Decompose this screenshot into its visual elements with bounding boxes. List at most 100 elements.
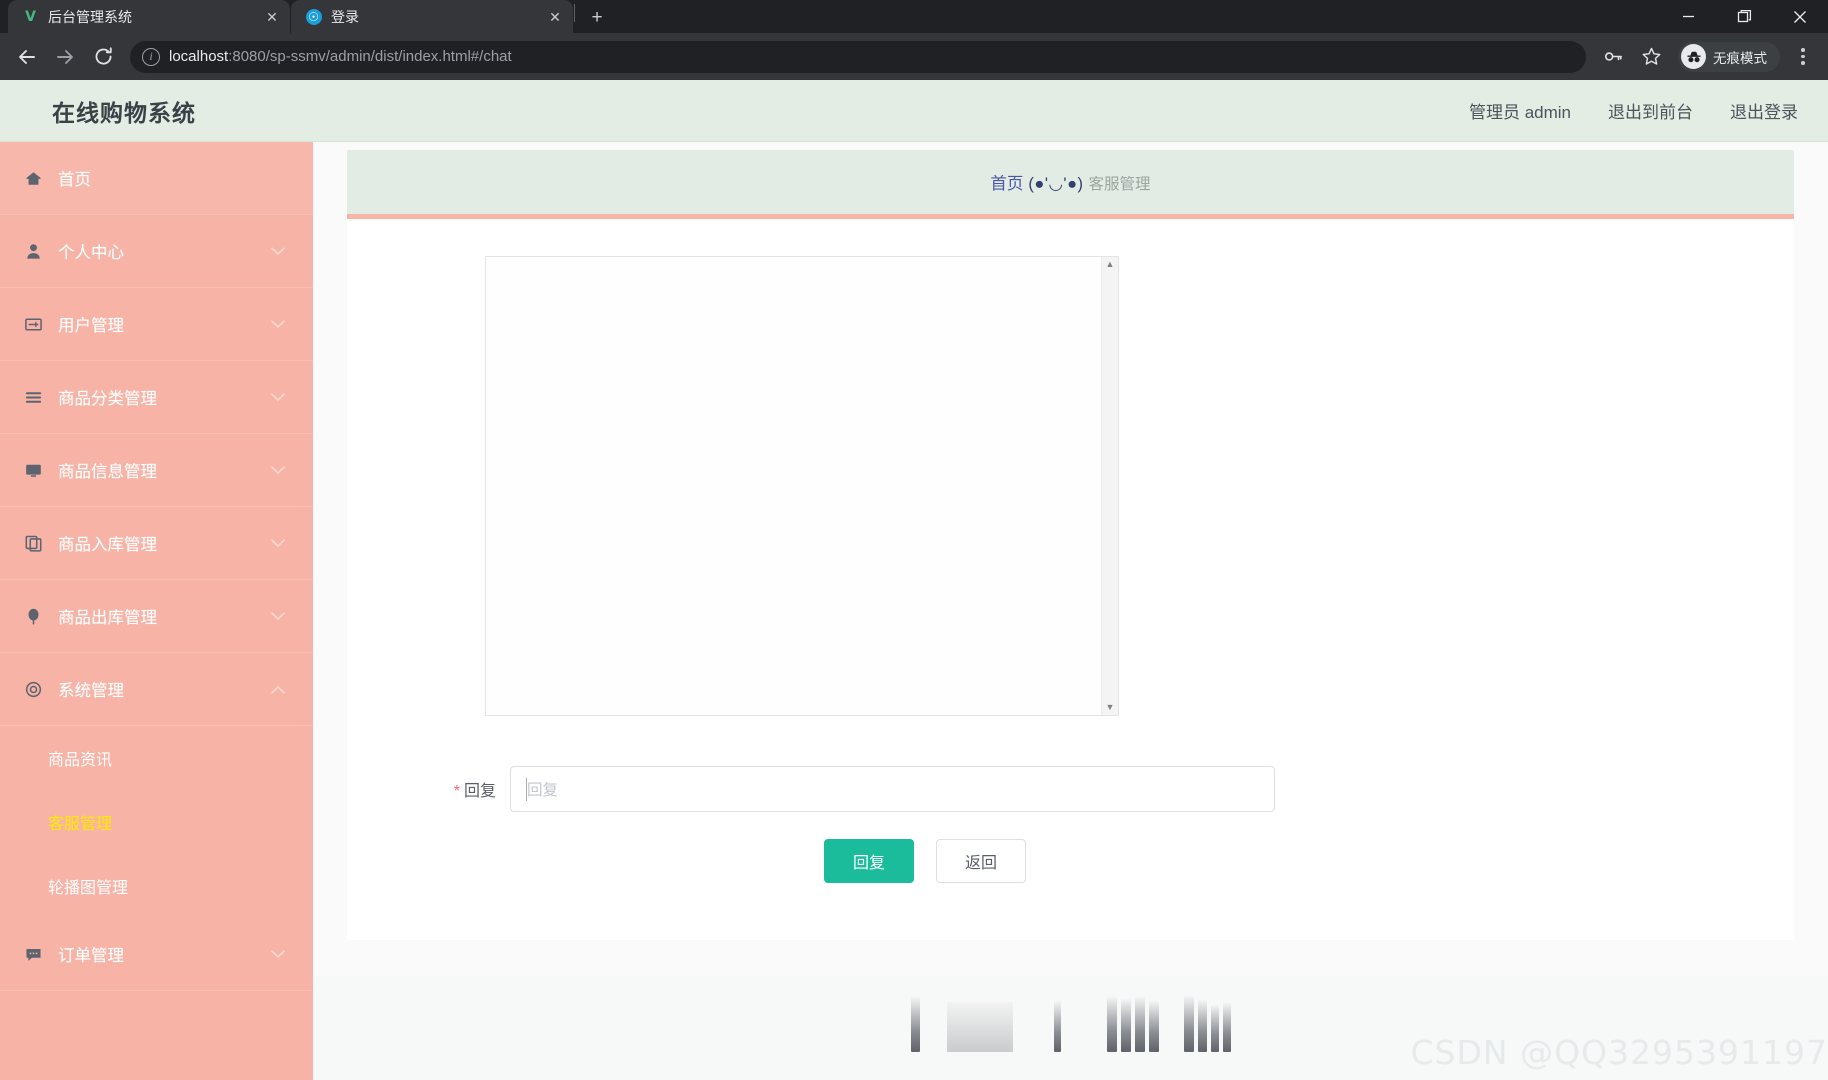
- back-arrow-icon[interactable]: [10, 40, 44, 74]
- reload-icon[interactable]: [86, 40, 120, 74]
- app-header: 在线购物系统 管理员 admin 退出到前台 退出登录: [0, 80, 1828, 142]
- sidebar-subitem-label: 轮播图管理: [48, 880, 129, 897]
- monitor-icon: [22, 461, 44, 480]
- application: 在线购物系统 管理员 admin 退出到前台 退出登录 首页 个人中心 用户管理…: [0, 80, 1828, 1080]
- sidebar-item-system-management[interactable]: 系统管理: [0, 653, 313, 726]
- close-icon[interactable]: [1772, 0, 1828, 33]
- sidebar-item-user-management[interactable]: 用户管理: [0, 288, 313, 361]
- sidebar-item-label: 商品入库管理: [58, 536, 157, 554]
- sidebar-subitem-label: 客服管理: [48, 816, 113, 833]
- maximize-icon[interactable]: [1716, 0, 1772, 33]
- user-icon: [22, 242, 44, 261]
- breadcrumb-bar: 首页 (●'◡'●) 客服管理: [347, 150, 1794, 219]
- tab-title: 登录: [331, 8, 359, 25]
- reply-input[interactable]: 回复: [510, 766, 1275, 812]
- exit-to-frontend-link[interactable]: 退出到前台: [1608, 98, 1693, 123]
- globe-icon: ☉: [305, 8, 322, 25]
- chevron-down-icon[interactable]: [271, 537, 285, 550]
- form-actions: 回复 返回: [347, 839, 1794, 883]
- toolbar-right-actions: 无痕模式: [1596, 40, 1818, 74]
- sidebar-item-label: 商品分类管理: [58, 390, 157, 408]
- page-title: 在线购物系统: [52, 99, 196, 126]
- key-icon[interactable]: [1596, 40, 1630, 74]
- chevron-down-icon[interactable]: [271, 391, 285, 404]
- chevron-down-icon[interactable]: [271, 464, 285, 477]
- sidebar-item-label: 系统管理: [58, 682, 124, 700]
- sidebar-subitem-label: 商品资讯: [48, 752, 113, 769]
- reply-submit-button[interactable]: 回复: [824, 839, 914, 883]
- url-host: localhost: [169, 48, 229, 65]
- header-nav: 管理员 admin 退出到前台 退出登录: [1469, 98, 1798, 123]
- sidebar-item-order-management[interactable]: 订单管理: [0, 918, 313, 991]
- kebab-menu-icon[interactable]: [1788, 40, 1818, 74]
- scroll-up-icon[interactable]: ▲: [1106, 260, 1115, 269]
- id-card-icon: [22, 315, 44, 334]
- url-text: localhost:8080/sp-ssmv/admin/dist/index.…: [169, 48, 1578, 65]
- list-icon: [22, 388, 44, 407]
- tab-title: 后台管理系统: [48, 8, 132, 25]
- csdn-watermark: CSDN @QQ3295391197: [1410, 1033, 1828, 1072]
- logout-link[interactable]: 退出登录: [1730, 98, 1798, 123]
- new-tab-button[interactable]: +: [582, 2, 612, 32]
- forward-arrow-icon[interactable]: [48, 40, 82, 74]
- home-icon: [22, 169, 44, 188]
- current-user: 管理员 admin: [1468, 103, 1571, 122]
- comment-icon: [22, 945, 44, 964]
- sidebar-item-product-info-management[interactable]: 商品信息管理: [0, 434, 313, 507]
- text-caret: [526, 778, 527, 801]
- tab-strip: V 后台管理系统 ✕ ☉ 登录 ✕ +: [0, 0, 1828, 33]
- blurred-text-glyphs: [910, 995, 1231, 1080]
- chevron-down-icon[interactable]: [271, 245, 285, 258]
- address-bar[interactable]: i localhost:8080/sp-ssmv/admin/dist/inde…: [130, 40, 1586, 73]
- sidebar-item-stock-out-management[interactable]: 商品出库管理: [0, 580, 313, 653]
- browser-window: V 后台管理系统 ✕ ☉ 登录 ✕ + i localhost:8080/sp-…: [0, 0, 1828, 1080]
- reply-form-row: * 回复 回复: [347, 766, 1794, 812]
- sidebar: 首页 个人中心 用户管理 商品分类管理 商品信息管理 商品入库管理 商品出库管理…: [0, 142, 313, 1080]
- tab-divider: [574, 4, 575, 22]
- sidebar-item-personal-center[interactable]: 个人中心: [0, 215, 313, 288]
- vue-logo-icon: V: [25, 8, 36, 25]
- breadcrumb-home-link[interactable]: 首页: [990, 170, 1023, 194]
- chevron-down-icon[interactable]: [271, 318, 285, 331]
- close-icon[interactable]: ✕: [262, 7, 282, 27]
- chat-panel: ▲ ▼ * 回复 回复 回复 返回: [347, 221, 1794, 1027]
- close-icon[interactable]: ✕: [545, 7, 565, 27]
- chevron-down-icon[interactable]: [271, 948, 285, 961]
- balloon-icon: [22, 607, 44, 626]
- main-content: 首页 (●'◡'●) 客服管理 ▲ ▼ * 回复 回复 回复 返回 CSDN @…: [313, 142, 1828, 1080]
- sidebar-item-home[interactable]: 首页: [0, 142, 313, 215]
- sidebar-item-stock-in-management[interactable]: 商品入库管理: [0, 507, 313, 580]
- sidebar-item-label: 个人中心: [58, 244, 124, 262]
- sidebar-item-label: 用户管理: [58, 317, 124, 335]
- reply-label-text: 回复: [463, 783, 496, 800]
- star-icon[interactable]: [1634, 40, 1668, 74]
- scroll-down-icon[interactable]: ▼: [1106, 703, 1115, 712]
- sidebar-subitem-product-news[interactable]: 商品资讯: [0, 726, 313, 790]
- chat-scrollbar[interactable]: ▲ ▼: [1101, 257, 1118, 715]
- incognito-indicator[interactable]: 无痕模式: [1678, 41, 1780, 72]
- incognito-label: 无痕模式: [1713, 50, 1767, 66]
- sidebar-subitem-customer-service[interactable]: 客服管理: [0, 790, 313, 854]
- required-mark: *: [453, 783, 460, 800]
- url-path: :8080/sp-ssmv/admin/dist/index.html#/cha…: [228, 48, 512, 65]
- chevron-down-icon[interactable]: [271, 610, 285, 623]
- reply-field-label: * 回复: [410, 777, 510, 801]
- sidebar-item-label: 商品出库管理: [58, 609, 157, 627]
- browser-tab-admin[interactable]: V 后台管理系统 ✕: [8, 0, 290, 33]
- chat-message-list[interactable]: ▲ ▼: [485, 256, 1119, 716]
- reply-input-placeholder: 回复: [527, 782, 559, 799]
- gear-icon: [22, 680, 44, 699]
- chevron-up-icon[interactable]: [271, 683, 285, 696]
- sidebar-item-category-management[interactable]: 商品分类管理: [0, 361, 313, 434]
- breadcrumb: 首页 (●'◡'●) 客服管理: [990, 170, 1150, 194]
- minimize-icon[interactable]: [1660, 0, 1716, 33]
- app-body: 首页 个人中心 用户管理 商品分类管理 商品信息管理 商品入库管理 商品出库管理…: [0, 142, 1828, 1080]
- site-info-icon[interactable]: i: [142, 47, 160, 66]
- browser-tab-login[interactable]: ☉ 登录 ✕: [291, 0, 573, 33]
- breadcrumb-emoticon: (●'◡'●): [1028, 175, 1084, 193]
- sidebar-subitem-carousel[interactable]: 轮播图管理: [0, 854, 313, 918]
- copy-icon: [22, 534, 44, 553]
- sidebar-item-label: 商品信息管理: [58, 463, 157, 481]
- back-button[interactable]: 返回: [936, 839, 1027, 883]
- browser-toolbar: i localhost:8080/sp-ssmv/admin/dist/inde…: [0, 33, 1828, 80]
